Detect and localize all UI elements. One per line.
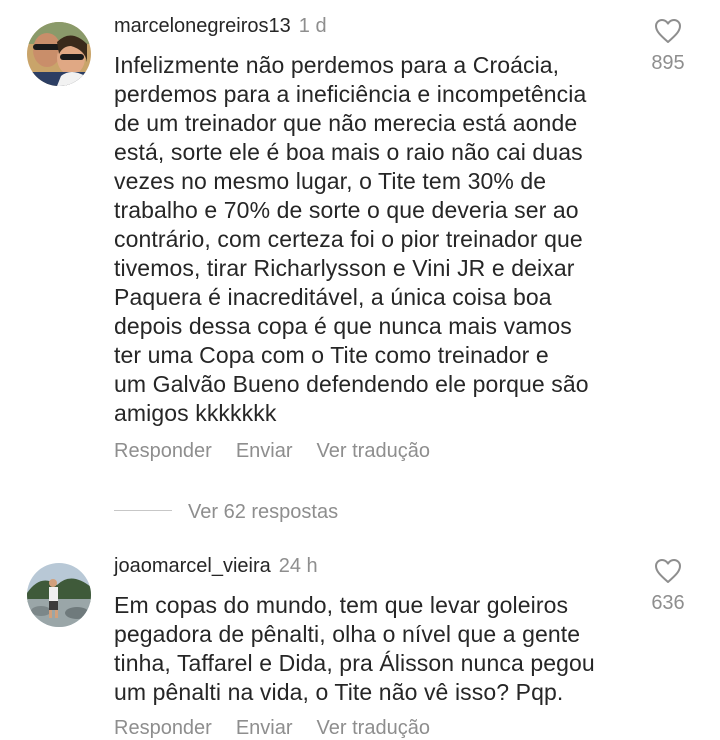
comment-2: joaomarcel_vieira 24 h Em copas do mundo,… <box>0 0 720 739</box>
comment-line: tinha, Taffarel e Dida, pra Álisson nunc… <box>114 650 595 676</box>
like-count: 636 <box>651 592 685 614</box>
comment-line: pegadora de pênalti, olha o nível que a … <box>114 621 581 647</box>
heart-outline-icon[interactable] <box>654 558 682 584</box>
comment-actions: Responder Enviar Ver tradução <box>114 716 454 740</box>
like-area: 636 <box>640 558 696 615</box>
comment-text: Em copas do mundo, tem que levar goleiro… <box>114 591 634 707</box>
avatar-joaomarcel_vieira[interactable] <box>27 563 91 627</box>
comment-username[interactable]: joaomarcel_vieira <box>114 555 271 577</box>
comment-line: um pênalti na vida, o Tite não vê isso? … <box>114 679 564 705</box>
comment-meta: joaomarcel_vieira 24 h <box>114 554 318 578</box>
translate-button[interactable]: Ver tradução <box>317 717 430 739</box>
send-button[interactable]: Enviar <box>236 717 293 739</box>
comment-time: 24 h <box>278 555 318 577</box>
avatar-photo-icon <box>27 563 91 627</box>
comment-line: Em copas do mundo, tem que levar goleiro… <box>114 592 569 618</box>
reply-button[interactable]: Responder <box>114 717 212 739</box>
